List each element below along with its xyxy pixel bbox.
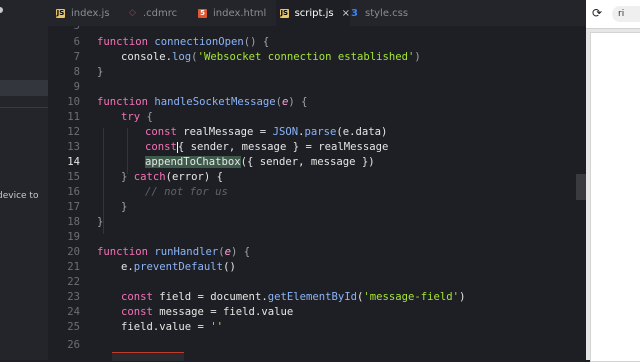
line-number: 12 <box>67 126 80 138</box>
scrollbar-thumb[interactable] <box>576 174 586 200</box>
code-text: field.value = '' <box>121 321 224 333</box>
browser-page-content <box>590 32 640 362</box>
line-number: 18 <box>67 216 80 228</box>
line-number: 21 <box>67 261 80 273</box>
line-number: 20 <box>67 246 80 258</box>
editor-scrollbar[interactable] <box>576 26 586 360</box>
line-number: 10 <box>67 96 80 108</box>
browser-preview-panel: ⟳ ri <box>586 0 640 362</box>
line-number: 17 <box>67 201 80 213</box>
code-line: 25 field.value = '' <box>48 320 576 335</box>
code-line: 22 <box>48 275 576 290</box>
config-file-icon: ◇ <box>129 7 136 18</box>
selection-highlight: appendToChatbox <box>145 156 241 168</box>
tab-label: index.html <box>213 7 267 19</box>
code-text: } <box>121 201 128 213</box>
code-line: 23 const field = document.getElementById(… <box>48 290 576 305</box>
html-file-icon: 5 <box>198 8 207 18</box>
code-text: console.log('Websocket connection establ… <box>121 51 421 63</box>
code-line: 13 const{ sender, message } = realMessage <box>48 140 576 155</box>
code-line: 5 <box>48 26 576 34</box>
line-number: 23 <box>67 291 80 303</box>
code-line: 16 // not for us <box>48 185 576 200</box>
code-line: 15 } catch(error) { <box>48 170 576 185</box>
code-text: const{ sender, message } = realMessage <box>145 141 389 153</box>
tab-label: index.js <box>71 7 110 19</box>
code-line: 20 function runHandler(e) { <box>48 245 576 260</box>
explorer-sidebar: device to <box>0 0 48 360</box>
tab-label: style.css <box>365 7 409 19</box>
sidebar-divider <box>0 107 48 108</box>
code-line: 11 try { <box>48 110 576 125</box>
sidebar-selected-item[interactable] <box>0 80 48 96</box>
tab-cdmrc[interactable]: ◇ .cdmrc <box>128 0 198 26</box>
code-comment: // not for us <box>145 186 228 198</box>
line-number: 5 <box>73 26 80 32</box>
code-line: 8} <box>48 65 576 80</box>
css-file-icon: 3 <box>351 7 358 19</box>
code-text: try { <box>121 111 153 123</box>
code-editor[interactable]: 5 6 function connectionOpen() { 7 console.… <box>48 26 576 360</box>
sidebar-hint-text: device to <box>0 191 39 201</box>
code-text: const field = document.getElementById('m… <box>121 291 466 303</box>
tab-label: script.js <box>294 7 334 19</box>
code-text: } <box>97 216 104 228</box>
code-text: function runHandler(e) { <box>97 246 251 258</box>
url-bar[interactable]: ri <box>612 6 640 22</box>
code-line: 19 <box>48 230 576 245</box>
code-text: const realMessage = JSON.parse(e.data) <box>145 126 388 138</box>
code-line: 24 const message = field.value <box>48 305 576 320</box>
code-text: function connectionOpen() { <box>97 36 270 48</box>
line-number: 26 <box>67 339 80 351</box>
close-tab-icon[interactable]: × <box>342 8 350 19</box>
code-text: appendToChatbox({ sender, message }) <box>145 156 375 168</box>
code-text: } <box>97 66 104 78</box>
line-number: 16 <box>67 186 80 198</box>
sidebar-dot-icon <box>0 7 3 13</box>
tab-index-js[interactable]: JS index.js <box>56 0 124 26</box>
code-line: 12 const realMessage = JSON.parse(e.data) <box>48 125 576 140</box>
line-number: 22 <box>67 276 80 288</box>
code-text: e.preventDefault() <box>121 261 236 273</box>
tab-script-js[interactable]: JS script.js × <box>276 0 350 26</box>
browser-toolbar: ⟳ ri <box>586 0 640 29</box>
js-file-icon: JS <box>56 8 65 18</box>
js-file-icon: JS <box>280 8 289 18</box>
code-line: 6 function connectionOpen() { <box>48 35 576 50</box>
line-number: 14 <box>67 156 80 168</box>
tab-index-html[interactable]: 5 index.html <box>198 0 282 26</box>
tab-style-css[interactable]: 3 style.css <box>350 0 430 26</box>
line-number: 25 <box>67 321 80 333</box>
code-line: 7 console.log('Websocket connection estab… <box>48 50 576 65</box>
code-text: function handleSocketMessage(e) { <box>97 96 308 108</box>
editor-tab-bar: JS index.js ◇ .cdmrc 5 index.html JS scr… <box>48 0 588 26</box>
code-text: const message = field.value <box>121 306 294 318</box>
line-number: 15 <box>67 171 80 183</box>
line-number: 9 <box>73 81 80 93</box>
line-number: 11 <box>67 111 80 123</box>
code-line: 21 e.preventDefault() <box>48 260 576 275</box>
line-number: 8 <box>73 66 80 78</box>
line-number: 7 <box>73 51 80 63</box>
code-line: 18} <box>48 215 576 230</box>
reload-icon[interactable]: ⟳ <box>592 6 602 20</box>
tab-label: .cdmrc <box>143 7 178 19</box>
code-line: 26 <box>48 338 576 353</box>
line-number: 24 <box>67 306 80 318</box>
code-line: 9 <box>48 80 576 95</box>
code-line: 10 function handleSocketMessage(e) { <box>48 95 576 110</box>
code-line: 17} <box>48 200 576 215</box>
line-number: 19 <box>67 231 80 243</box>
code-text: } catch(error) { <box>121 171 224 183</box>
code-line-current: 14 appendToChatbox({ sender, message }) <box>48 155 576 170</box>
line-number: 6 <box>73 36 80 48</box>
line-number: 13 <box>67 141 80 153</box>
